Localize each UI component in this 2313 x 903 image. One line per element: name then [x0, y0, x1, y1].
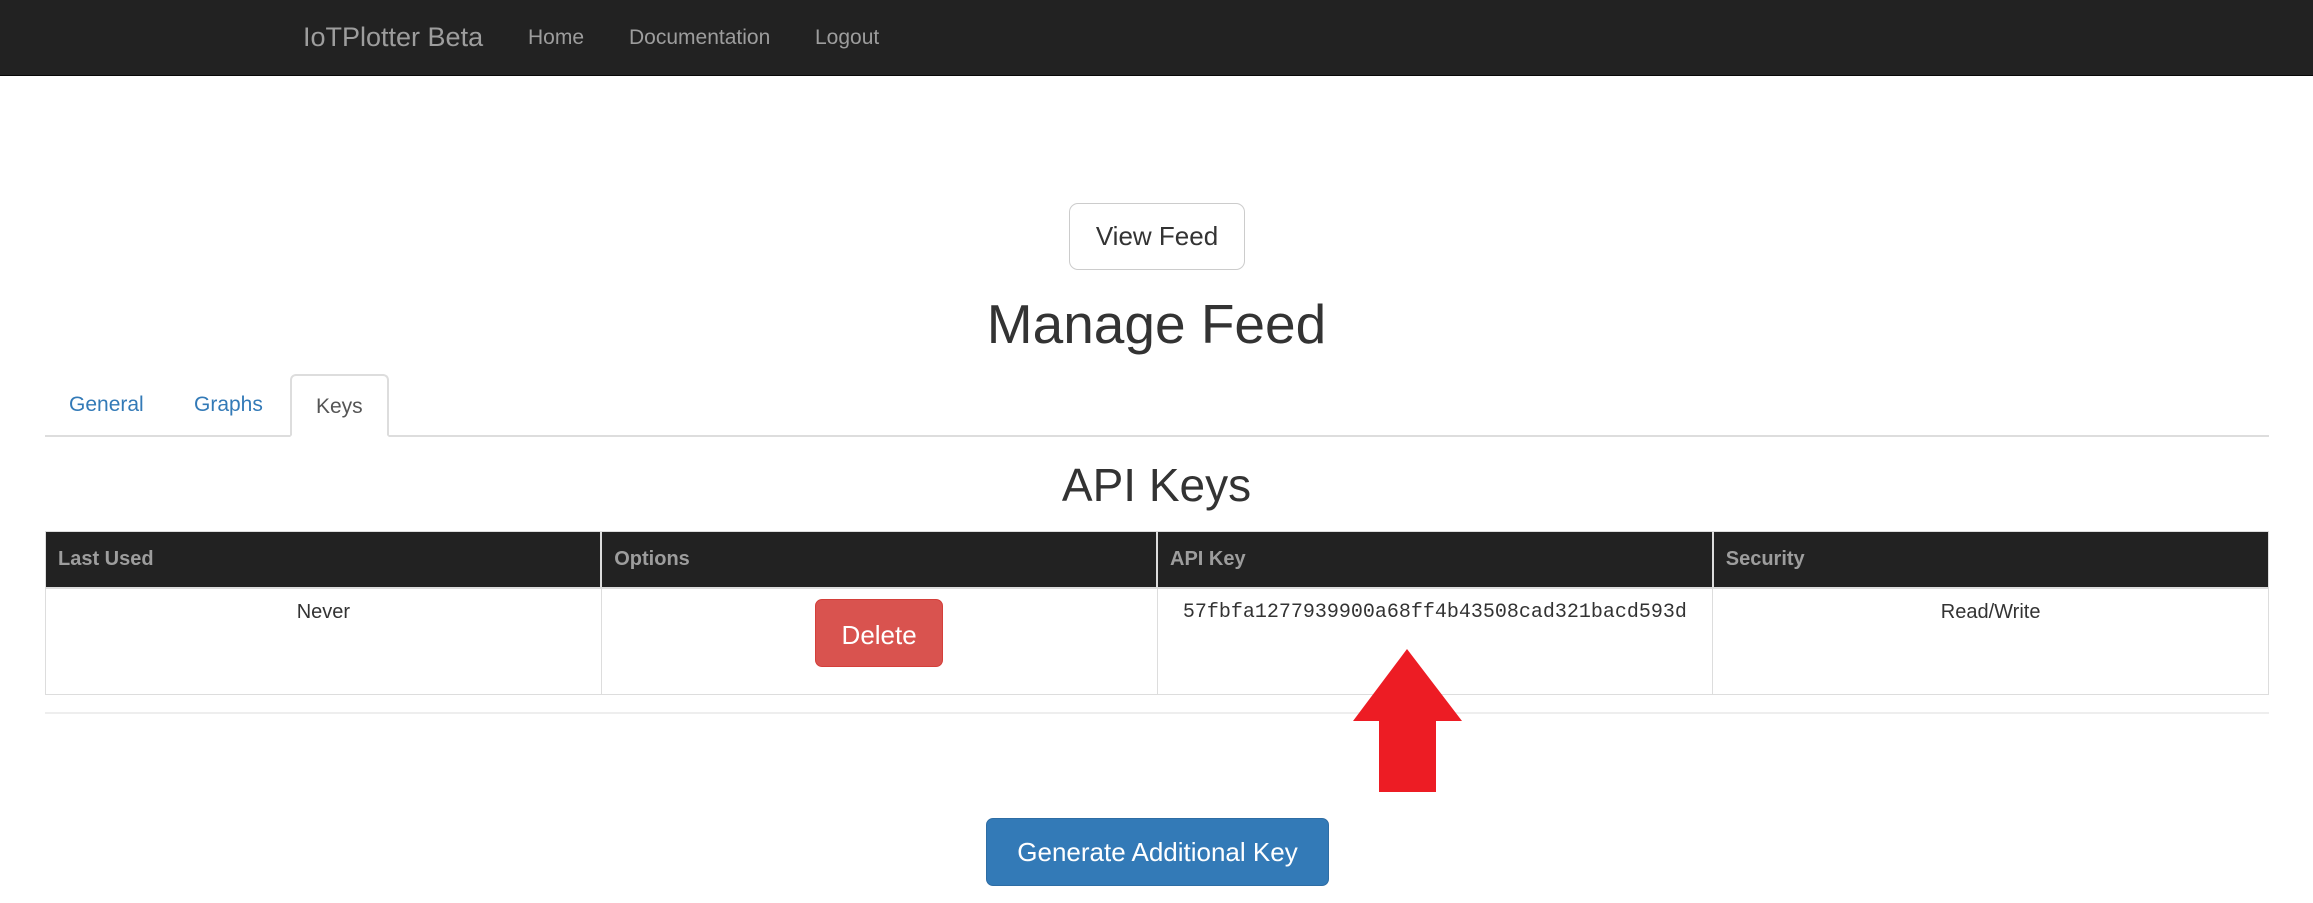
divider — [45, 712, 2269, 714]
header-api-key: API Key — [1156, 531, 1714, 589]
navbar: IoTPlotter Beta Home Documentation Logou… — [0, 0, 2313, 76]
table-header-row: Last Used Options API Key Security — [45, 531, 2269, 589]
nav-home[interactable]: Home — [528, 0, 584, 75]
tab-bar: General Graphs Keys — [45, 374, 2269, 437]
page-title: Manage Feed — [986, 293, 1327, 355]
section-title: API Keys — [1061, 459, 1252, 511]
tab-graphs[interactable]: Graphs — [170, 374, 287, 435]
security-cell: Read/Write — [1712, 587, 2269, 695]
header-security: Security — [1711, 531, 2269, 589]
header-options: Options — [600, 531, 1158, 589]
nav-documentation[interactable]: Documentation — [629, 0, 770, 75]
last-used-cell: Never — [45, 587, 602, 695]
generate-additional-key-button[interactable]: Generate Additional Key — [986, 818, 1329, 886]
api-keys-table: Last Used Options API Key Security Never… — [45, 531, 2269, 695]
header-last-used: Last Used — [45, 531, 602, 589]
options-cell: Delete — [600, 587, 1158, 695]
tab-keys[interactable]: Keys — [290, 374, 389, 437]
brand-link[interactable]: IoTPlotter Beta — [303, 0, 483, 75]
nav-logout[interactable]: Logout — [815, 0, 879, 75]
view-feed-button[interactable]: View Feed — [1069, 203, 1245, 270]
delete-button[interactable]: Delete — [815, 599, 944, 667]
table-row: Never Delete 57fbfa1277939900a68ff4b4350… — [45, 587, 2269, 695]
red-arrow-up-icon — [1353, 649, 1462, 792]
tab-general[interactable]: General — [45, 374, 168, 435]
